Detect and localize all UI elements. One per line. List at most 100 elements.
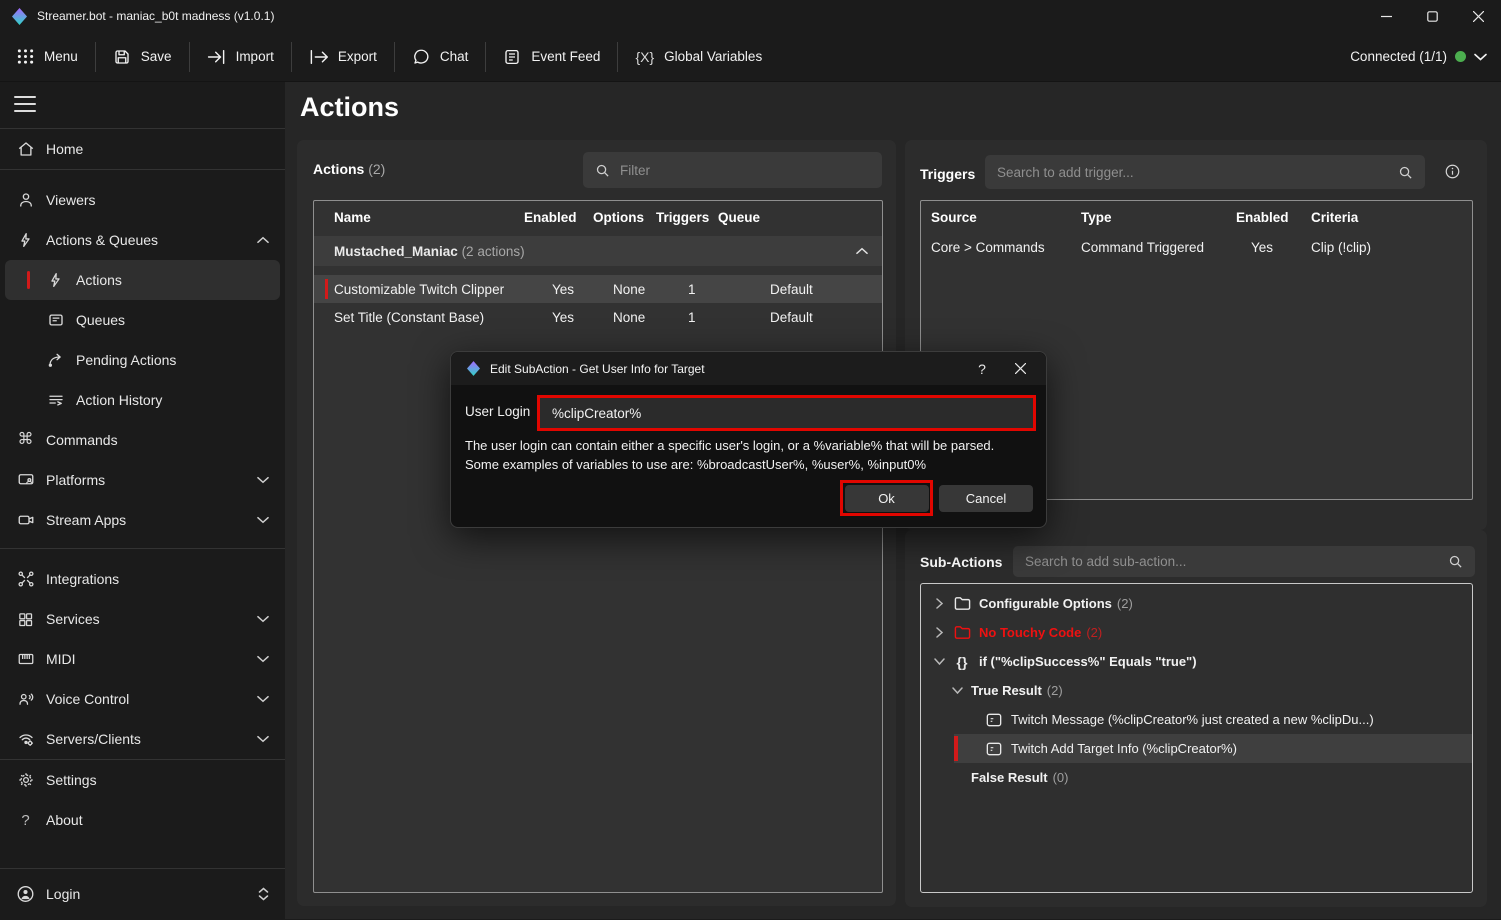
home-icon (16, 140, 35, 159)
chevron-down-icon[interactable] (931, 658, 947, 665)
import-icon (207, 49, 226, 65)
search-icon (1398, 165, 1413, 180)
question-icon: ? (16, 811, 35, 830)
connection-status[interactable]: Connected (1/1) (1350, 49, 1501, 64)
login-icon (16, 885, 35, 904)
sidebar-item-viewers[interactable]: Viewers (0, 180, 285, 220)
actions-panel-title: Actions (2) (313, 161, 385, 177)
maximize-button[interactable] (1409, 0, 1455, 32)
global-variables-icon: {X} (635, 50, 654, 64)
trigger-search-input[interactable] (985, 155, 1425, 189)
search-icon (595, 163, 610, 178)
sidebar-item-about[interactable]: ? About (0, 800, 285, 840)
chevron-right-icon[interactable] (931, 627, 947, 638)
actions-table: Name Enabled Options Triggers Queue Must… (313, 200, 883, 893)
action-row-customizable-twitch-clipper[interactable]: Customizable Twitch Clipper Yes None 1 D… (314, 275, 882, 303)
sidebar-collapse-button[interactable] (14, 96, 36, 112)
actions-count: (2) (368, 161, 385, 177)
sidebar-item-midi[interactable]: MIDI (0, 639, 285, 679)
code-block-icon: {} (953, 654, 971, 670)
event-feed-button[interactable]: Event Feed (486, 32, 617, 82)
info-icon[interactable] (1444, 163, 1461, 180)
sidebar-item-actions-queues[interactable]: Actions & Queues (0, 220, 285, 260)
menu-button[interactable]: Menu (0, 32, 95, 82)
subactions-tree: Configurable Options(2) No Touchy Code(2… (920, 583, 1473, 893)
voice-icon (16, 690, 35, 709)
tree-item-twitch-message[interactable]: Twitch Message (%clipCreator% just creat… (921, 705, 1472, 734)
trigger-row[interactable]: Core > Commands Command Triggered Yes Cl… (921, 233, 1472, 261)
tree-item-configurable-options[interactable]: Configurable Options(2) (921, 589, 1472, 618)
annotation-highlight-ok: Ok (840, 480, 933, 516)
save-button[interactable]: Save (96, 32, 189, 82)
close-button[interactable] (1455, 0, 1501, 32)
tree-item-true-result[interactable]: True Result(2) (921, 676, 1472, 705)
history-icon (46, 391, 65, 410)
sidebar-item-home[interactable]: Home (0, 129, 285, 169)
main-toolbar: Menu Save Import Export Chat Event Feed … (0, 32, 1501, 82)
sidebar-item-voice-control[interactable]: Voice Control (0, 679, 285, 719)
dialog-titlebar: Edit SubAction - Get User Info for Targe… (451, 352, 1046, 385)
page-title: Actions (300, 92, 399, 123)
folder-icon (953, 596, 971, 611)
global-variables-button[interactable]: {X} Global Variables (618, 32, 779, 82)
lightning-icon (46, 271, 65, 290)
window-title: Streamer.bot - maniac_b0t madness (v1.0.… (37, 9, 274, 23)
chevron-down-icon (1474, 53, 1487, 61)
folder-icon (953, 625, 971, 640)
triggers-table-header: Source Type Enabled Criteria (921, 201, 1472, 233)
queue-icon (46, 311, 65, 330)
dialog-title: Edit SubAction - Get User Info for Targe… (490, 362, 705, 376)
stream-apps-icon (16, 511, 35, 530)
chat-button[interactable]: Chat (395, 32, 486, 82)
person-icon (16, 191, 35, 210)
export-button[interactable]: Export (292, 32, 394, 82)
action-row-set-title[interactable]: Set Title (Constant Base) Yes None 1 Def… (314, 303, 882, 331)
save-icon (113, 48, 131, 66)
sidebar-item-services[interactable]: Services (0, 599, 285, 639)
sidebar-item-actions[interactable]: Actions (5, 260, 280, 300)
subaction-search-input[interactable] (1013, 546, 1475, 577)
chevron-down-icon (257, 516, 269, 524)
sidebar-item-settings[interactable]: Settings (0, 760, 285, 800)
export-icon (309, 49, 328, 65)
annotation-highlight-input (537, 395, 1036, 431)
chevron-down-icon[interactable] (949, 687, 965, 694)
sidebar-item-login[interactable]: Login (0, 869, 285, 919)
window-titlebar: Streamer.bot - maniac_b0t madness (v1.0.… (0, 0, 1501, 32)
chevron-down-icon (257, 476, 269, 484)
ok-button[interactable]: Ok (845, 485, 929, 512)
actions-filter-input[interactable] (583, 152, 882, 188)
menu-grid-icon (17, 48, 34, 65)
connected-status-dot (1455, 51, 1466, 62)
command-icon: ⌘ (16, 431, 35, 450)
sidebar-item-commands[interactable]: ⌘ Commands (0, 420, 285, 460)
sidebar-item-stream-apps[interactable]: Stream Apps (0, 500, 285, 540)
tree-item-if-condition[interactable]: {} if ("%clipSuccess%" Equals "true") (921, 647, 1472, 676)
minimize-button[interactable] (1363, 0, 1409, 32)
app-logo-icon (12, 8, 27, 25)
sidebar-item-platforms[interactable]: Platforms (0, 460, 285, 500)
lightning-icon (16, 231, 35, 250)
tree-item-no-touchy-code[interactable]: No Touchy Code(2) (921, 618, 1472, 647)
sidebar-item-queues[interactable]: Queues (0, 300, 285, 340)
dialog-close-button[interactable] (1002, 355, 1038, 383)
cancel-button[interactable]: Cancel (939, 485, 1033, 512)
search-icon (1448, 554, 1463, 569)
action-group-row[interactable]: Mustached_Maniac (2 actions) (314, 236, 882, 266)
sidebar-item-action-history[interactable]: Action History (0, 380, 285, 420)
sidebar-item-pending-actions[interactable]: Pending Actions (0, 340, 285, 380)
chevron-up-icon[interactable] (856, 247, 868, 255)
chevron-down-icon (257, 615, 269, 623)
midi-icon (16, 650, 35, 669)
import-button[interactable]: Import (190, 32, 291, 82)
sidebar-item-integrations[interactable]: Integrations (0, 559, 285, 599)
tree-item-twitch-add-target-info[interactable]: Twitch Add Target Info (%clipCreator%) (954, 734, 1472, 763)
tree-item-false-result[interactable]: False Result(0) (921, 763, 1472, 792)
actions-table-header: Name Enabled Options Triggers Queue (314, 201, 882, 233)
event-feed-icon (503, 48, 521, 66)
chevron-down-icon (257, 695, 269, 703)
chevron-right-icon[interactable] (931, 598, 947, 609)
sidebar-item-servers-clients[interactable]: Servers/Clients (0, 719, 285, 759)
dialog-help-button[interactable]: ? (964, 355, 1000, 383)
user-login-input[interactable] (540, 398, 1033, 428)
